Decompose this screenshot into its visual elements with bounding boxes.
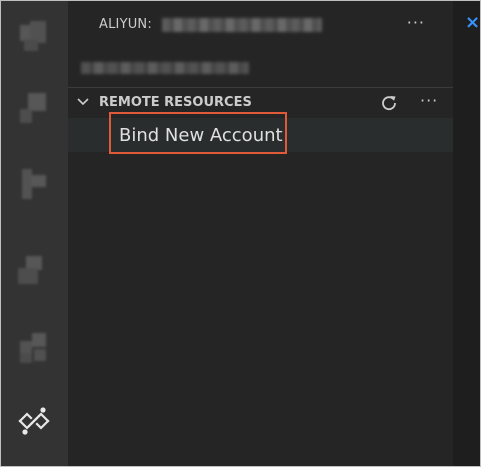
files-icon <box>20 21 46 51</box>
activity-search[interactable] <box>10 85 58 133</box>
debug-icon <box>18 256 42 284</box>
extensions-icon <box>20 333 46 363</box>
section-more-actions-button[interactable]: ··· <box>420 91 438 110</box>
activity-source-control[interactable] <box>10 161 58 209</box>
vscode-window: ALIYUN: ··· REMOTE RESOURCES ··· Bind Ne… <box>0 0 481 467</box>
sidebar-title: ALIYUN: <box>99 17 152 32</box>
close-icon[interactable]: × <box>465 14 480 32</box>
account-info-row <box>68 56 453 84</box>
sidebar-title-bar: ALIYUN: ··· <box>68 1 453 51</box>
source-control-icon <box>22 169 46 199</box>
remote-resources-header[interactable]: REMOTE RESOURCES ··· <box>68 87 453 118</box>
redacted-account-name <box>162 18 322 32</box>
alibaba-cloud-icon <box>18 407 50 435</box>
activity-explorer[interactable] <box>10 13 58 61</box>
chevron-down-icon <box>77 98 89 106</box>
activity-bar <box>1 1 68 466</box>
activity-extensions[interactable] <box>10 323 58 371</box>
views-more-actions-button[interactable]: ··· <box>407 13 425 32</box>
search-icon <box>20 93 46 123</box>
activity-alibaba-cloud[interactable] <box>10 397 58 445</box>
redacted-account-info <box>81 62 249 74</box>
sidebar: ALIYUN: ··· REMOTE RESOURCES ··· Bind Ne… <box>68 1 453 466</box>
refresh-icon[interactable] <box>379 93 399 113</box>
editor-area: × <box>453 1 480 466</box>
section-title: REMOTE RESOURCES <box>99 95 252 110</box>
tree-item-bind-new-account[interactable]: Bind New Account <box>68 118 453 152</box>
activity-run-debug[interactable] <box>10 246 58 294</box>
tree-item-label: Bind New Account <box>119 125 283 146</box>
